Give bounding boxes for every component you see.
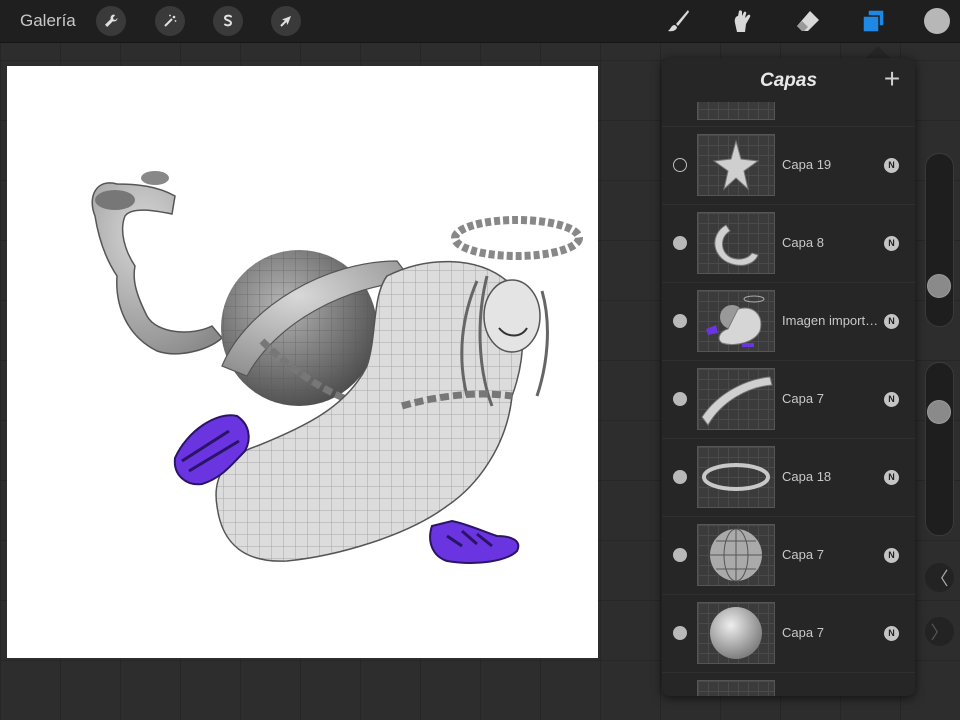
layer-row[interactable]: Capa 19 N	[662, 126, 915, 205]
brush-button[interactable]	[662, 5, 694, 37]
star-thumbnail-icon	[712, 139, 760, 191]
brush-icon	[668, 10, 689, 32]
layer-list[interactable]: Capa 19 N Capa 8 N Imagen import… N Capa…	[662, 102, 915, 696]
transform-button[interactable]	[271, 6, 301, 36]
add-layer-button[interactable]: +	[879, 64, 905, 94]
plank-thumbnail-icon	[701, 376, 773, 426]
panel-pointer	[866, 46, 890, 58]
magic-wand-icon	[164, 14, 177, 27]
layer-row[interactable]: Capa 18 N	[662, 438, 915, 517]
arrow-cursor-icon	[280, 16, 291, 27]
smudge-button[interactable]	[726, 5, 758, 37]
layer-thumbnail	[697, 602, 775, 664]
layer-visibility-checkbox[interactable]	[673, 158, 687, 172]
brush-size-knob[interactable]	[927, 274, 951, 298]
layer-thumbnail	[697, 134, 775, 196]
layers-icon	[862, 9, 885, 33]
layer-row[interactable]: Capa 7 N	[662, 516, 915, 595]
blend-mode-badge[interactable]: N	[884, 548, 899, 563]
layers-panel-header: Capas +	[662, 58, 915, 102]
layer-thumbnail	[697, 212, 775, 274]
layer-visibility-checkbox[interactable]	[673, 548, 687, 562]
blend-mode-badge[interactable]: N	[884, 392, 899, 407]
layer-thumbnail-partial	[697, 680, 775, 696]
blend-mode-badge[interactable]: N	[884, 626, 899, 641]
blend-mode-badge[interactable]: N	[884, 470, 899, 485]
drawing-canvas[interactable]	[7, 66, 598, 658]
layer-thumbnail	[697, 290, 775, 352]
layer-thumbnail	[697, 368, 775, 430]
layers-panel-title: Capas	[759, 70, 818, 91]
layer-name: Capa 18	[782, 469, 832, 484]
layer-name: Capa 7	[782, 391, 824, 406]
layer-name: Capa 7	[782, 625, 824, 640]
arc-thumbnail-icon	[714, 224, 759, 266]
blend-mode-badge[interactable]: N	[884, 236, 899, 251]
layer-name: Imagen import…	[782, 313, 879, 328]
eraser-icon	[797, 11, 819, 31]
redo-button[interactable]: 〉	[925, 617, 954, 646]
undo-button[interactable]: 〈	[925, 563, 954, 592]
sphere-thumbnail-icon	[710, 607, 762, 659]
artwork-illustration	[91, 171, 583, 564]
wrench-icon	[105, 14, 118, 27]
brush-size-slider[interactable]	[925, 153, 954, 327]
layer-visibility-checkbox[interactable]	[673, 470, 687, 484]
layer-row[interactable]: Capa 8 N	[662, 204, 915, 283]
layer-thumbnail	[697, 524, 775, 586]
opacity-slider[interactable]	[925, 362, 954, 536]
layer-row[interactable]: Imagen import… N	[662, 282, 915, 361]
adjustments-button[interactable]	[155, 6, 185, 36]
blend-mode-badge[interactable]: N	[884, 314, 899, 329]
opacity-knob[interactable]	[927, 400, 951, 424]
top-toolbar: Galería	[0, 0, 960, 43]
layer-name: Capa 7	[782, 547, 824, 562]
selection-button[interactable]	[213, 6, 243, 36]
layer-visibility-checkbox[interactable]	[673, 626, 687, 640]
layers-button[interactable]	[857, 5, 889, 37]
color-picker-swatch[interactable]	[924, 8, 950, 34]
actions-button[interactable]	[96, 6, 126, 36]
layer-visibility-checkbox[interactable]	[673, 236, 687, 250]
layers-panel: Capas + Capa 19 N Capa 8 N Imagen import…	[662, 58, 915, 696]
layer-thumbnail	[697, 446, 775, 508]
globe-thumbnail-icon	[710, 528, 762, 582]
selection-icon	[223, 14, 233, 27]
layer-row[interactable]: Capa 7 N	[662, 360, 915, 439]
blend-mode-badge[interactable]: N	[884, 158, 899, 173]
layer-row[interactable]: Capa 7 N	[662, 594, 915, 673]
gallery-button[interactable]: Galería	[20, 11, 76, 31]
smudge-icon	[734, 10, 751, 32]
layer-row[interactable]	[662, 672, 915, 696]
figure-thumbnail-icon	[706, 295, 765, 347]
layer-name: Capa 8	[782, 235, 824, 250]
eraser-button[interactable]	[792, 5, 824, 37]
layer-thumbnail-partial	[697, 102, 775, 120]
layer-visibility-checkbox[interactable]	[673, 392, 687, 406]
ring-thumbnail-icon	[702, 463, 770, 491]
layer-name: Capa 19	[782, 157, 832, 172]
layer-visibility-checkbox[interactable]	[673, 314, 687, 328]
